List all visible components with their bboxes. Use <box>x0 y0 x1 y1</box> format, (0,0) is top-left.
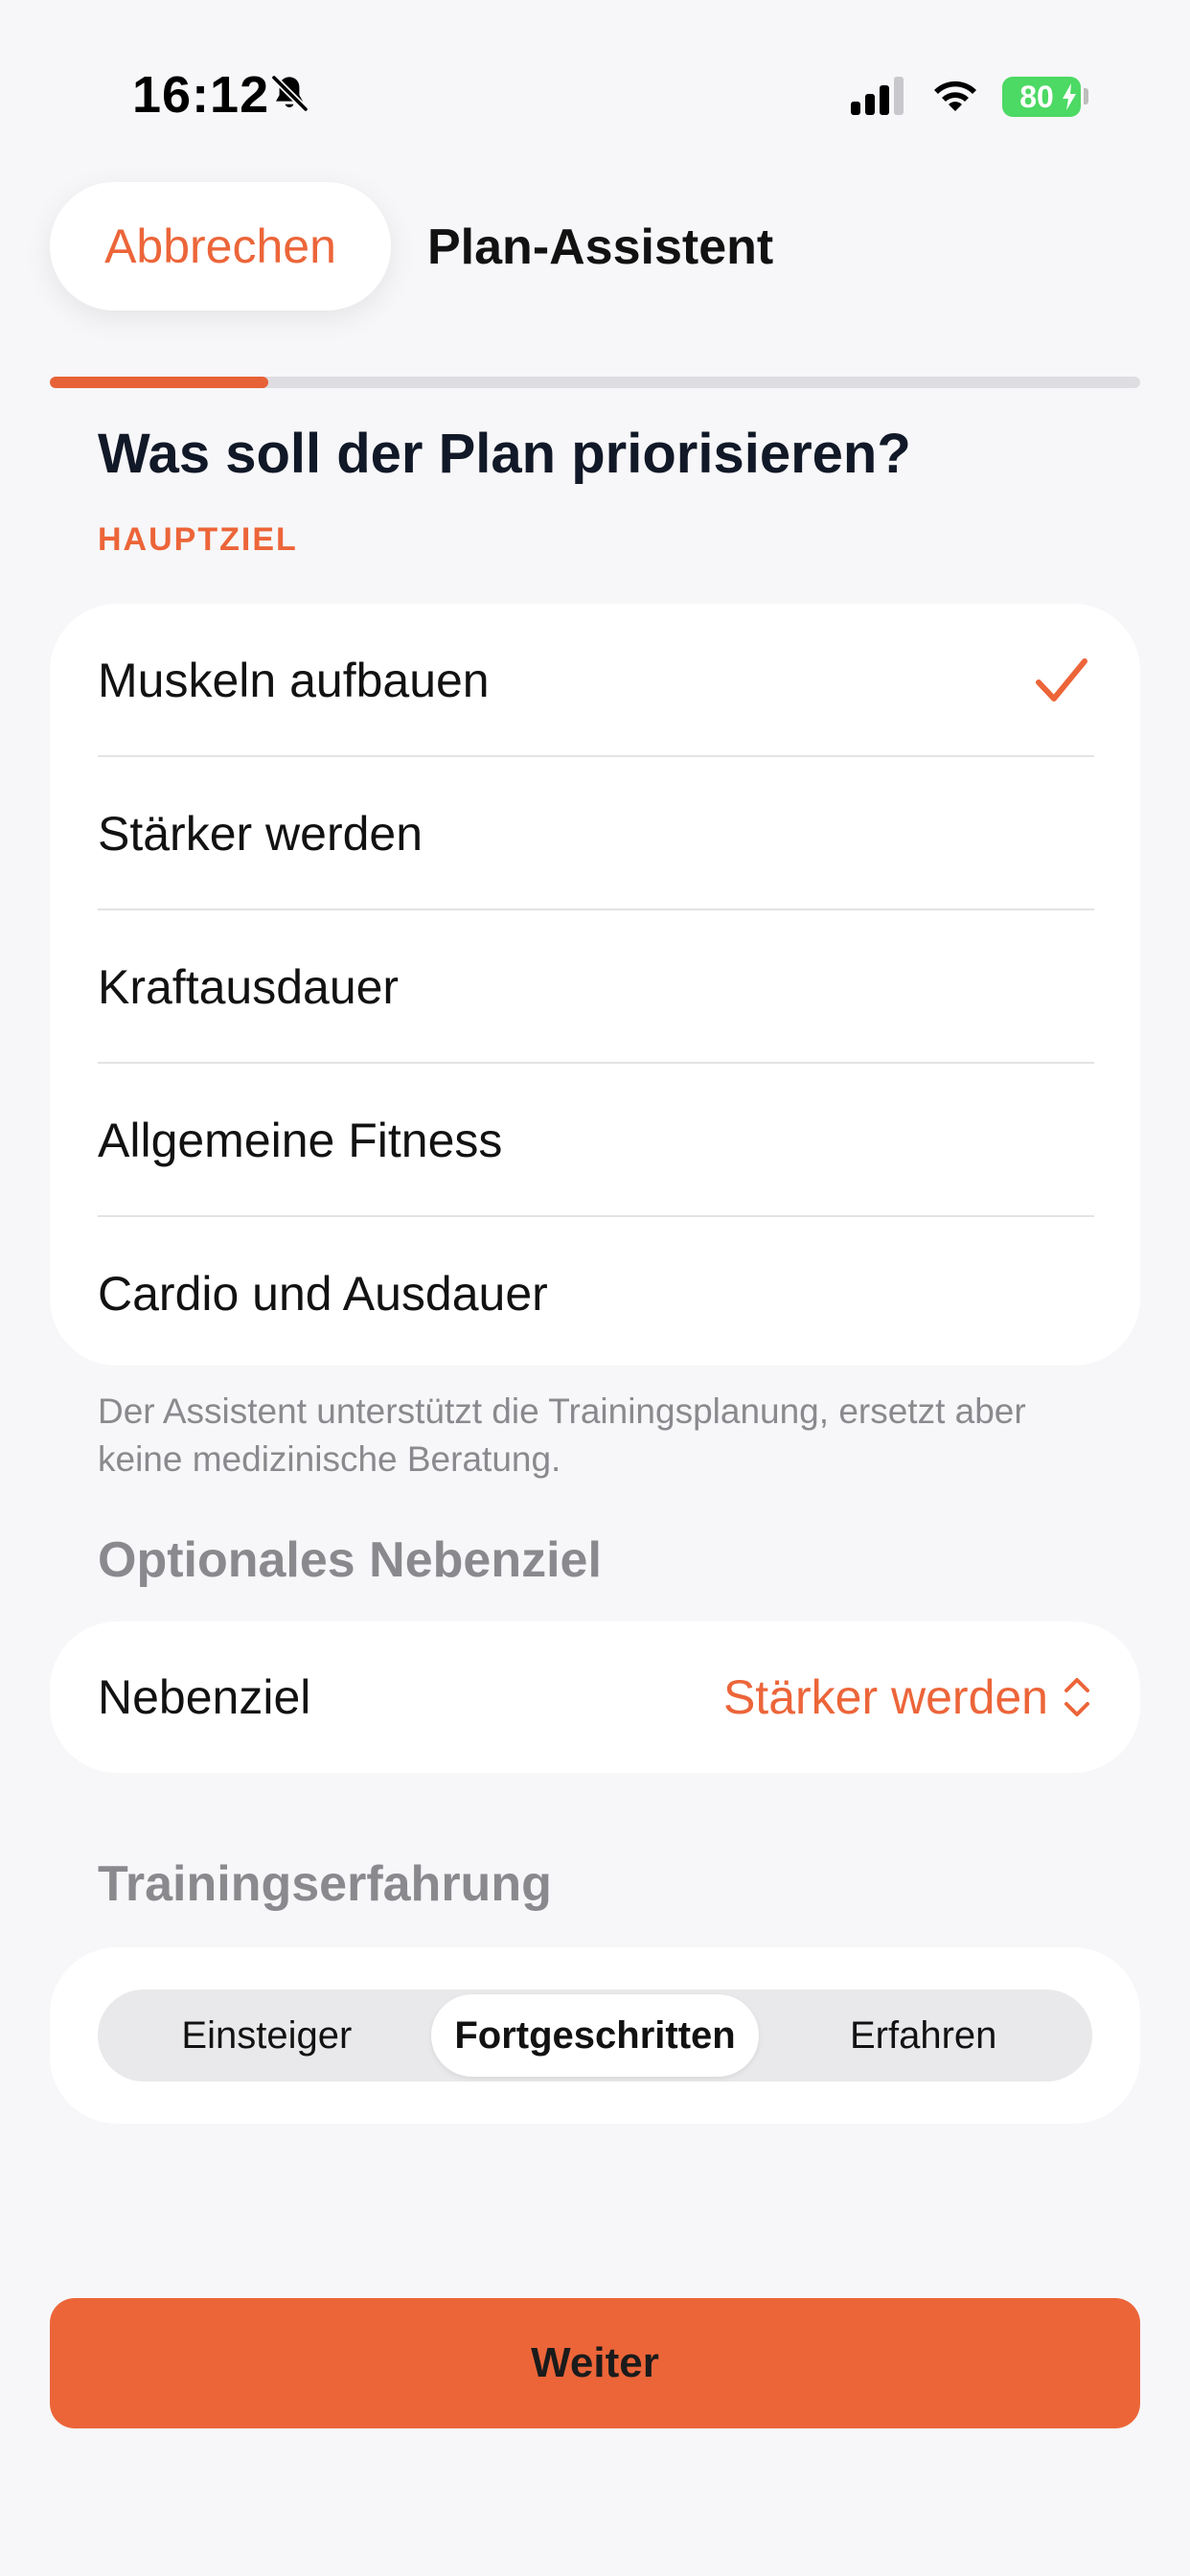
segment-erfahren[interactable]: Erfahren <box>759 1994 1087 2077</box>
checkmark-icon <box>1036 658 1087 702</box>
goal-option-staerker-werden[interactable]: Stärker werden <box>98 757 1094 910</box>
experience-card: Einsteiger Fortgeschritten Erfahren <box>50 1947 1140 2124</box>
segment-fortgeschritten[interactable]: Fortgeschritten <box>430 1994 760 2077</box>
battery-level: 80 <box>1019 79 1054 114</box>
continue-button[interactable]: Weiter <box>50 2298 1140 2428</box>
goal-option-label: Cardio und Ausdauer <box>98 1267 548 1321</box>
goal-option-muskeln-aufbauen[interactable]: Muskeln aufbauen <box>98 604 1094 757</box>
experience-segmented-control: Einsteiger Fortgeschritten Erfahren <box>98 1990 1092 2082</box>
page-title: Plan-Assistent <box>427 219 774 275</box>
secondary-goal-value-wrap: Stärker werden <box>723 1669 1092 1725</box>
progress-bar <box>50 377 1140 388</box>
battery-icon: 80 <box>1002 77 1081 117</box>
goal-option-label: Muskeln aufbauen <box>98 654 490 707</box>
experience-heading: Trainingserfahrung <box>98 1856 552 1912</box>
secondary-goal-value: Stärker werden <box>722 1670 1048 1724</box>
goal-option-label: Kraftausdauer <box>98 960 400 1014</box>
secondary-goal-heading: Optionales Nebenziel <box>98 1532 602 1588</box>
segment-einsteiger[interactable]: Einsteiger <box>103 1994 431 2077</box>
cellular-signal-icon <box>851 77 904 115</box>
battery-cap <box>1084 88 1088 104</box>
progress-fill <box>50 377 268 388</box>
disclaimer-text: Der Assistent unterstützt die Trainingsp… <box>98 1392 1026 1479</box>
goal-option-kraftausdauer[interactable]: Kraftausdauer <box>98 910 1094 1064</box>
goal-option-allgemeine-fitness[interactable]: Allgemeine Fitness <box>98 1064 1094 1217</box>
goal-option-cardio-und-ausdauer[interactable]: Cardio und Ausdauer <box>98 1217 1094 1370</box>
main-goal-section-label: HAUPTZIEL <box>98 521 298 558</box>
goal-option-label: Allgemeine Fitness <box>98 1114 503 1167</box>
status-bar: 16:12 80 <box>0 0 1190 192</box>
goal-option-label: Stärker werden <box>98 807 423 861</box>
chevron-up-down-icon <box>1064 1678 1089 1716</box>
wifi-icon <box>934 80 976 111</box>
bell-slash-icon <box>270 74 309 113</box>
question-heading: Was soll der Plan priorisieren? <box>98 423 911 485</box>
charging-bolt-icon <box>1063 83 1076 110</box>
secondary-goal-picker[interactable]: Nebenziel Stärker werden <box>50 1622 1140 1773</box>
status-time: 16:12 <box>132 66 270 124</box>
secondary-goal-label: Nebenziel <box>98 1670 311 1724</box>
main-goal-list: Muskeln aufbauen Stärker werden Kraftaus… <box>50 604 1140 1366</box>
cancel-button[interactable]: Abbrechen <box>50 182 391 310</box>
